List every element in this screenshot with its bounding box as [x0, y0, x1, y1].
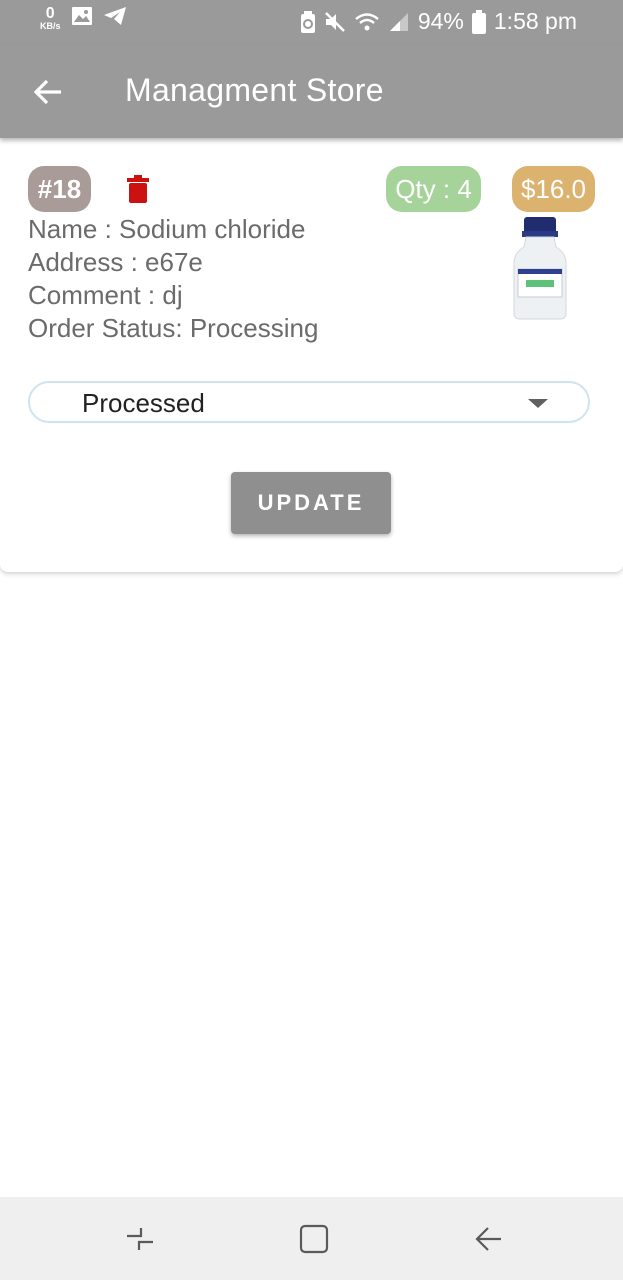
system-back-button[interactable]	[468, 1221, 508, 1257]
order-name: Name : Sodium chloride	[28, 214, 306, 244]
recent-apps-button[interactable]	[120, 1221, 160, 1257]
order-status-select[interactable]: Processed	[28, 381, 590, 423]
order-status: Order Status: Processing	[28, 313, 319, 343]
back-icon	[475, 1227, 501, 1251]
delete-button[interactable]	[126, 175, 150, 203]
order-status-select-value: Processed	[82, 388, 205, 418]
order-card: #18 Qty : 4 $16.0 Name : Sodium chloride…	[0, 139, 623, 572]
order-id-badge: #18	[28, 166, 91, 212]
page-title: Managment Store	[125, 72, 384, 108]
image-icon	[71, 6, 93, 31]
update-button[interactable]: UPDATE	[231, 472, 391, 534]
wifi-icon	[354, 11, 380, 33]
home-button[interactable]	[294, 1221, 334, 1257]
recent-apps-icon	[127, 1228, 153, 1250]
net-speed-unit: KB/s	[40, 21, 61, 31]
battery-icon	[471, 9, 486, 34]
battery-saver-icon	[300, 10, 316, 33]
status-bar: 0 KB/s 94% 1:58 pm	[0, 0, 623, 44]
net-speed: 0 KB/s	[40, 6, 61, 31]
back-arrow-icon	[33, 79, 61, 105]
caret-down-icon	[528, 399, 548, 408]
order-address: Address : e67e	[28, 247, 203, 277]
telegram-icon	[103, 6, 127, 31]
order-details: Name : Sodium chloride Address : e67e Co…	[28, 213, 318, 345]
home-icon	[299, 1224, 329, 1254]
clock: 1:58 pm	[493, 8, 577, 34]
net-speed-value: 0	[45, 5, 55, 22]
product-image	[508, 217, 572, 321]
status-right: 94% 1:58 pm	[300, 8, 577, 35]
trash-icon	[127, 175, 149, 203]
signal-icon	[388, 11, 410, 33]
navigation-bar	[0, 1197, 623, 1280]
screen: 0 KB/s 94% 1:58 pm Managment Store #18 Q…	[0, 0, 623, 1280]
app-bar: Managment Store	[0, 44, 623, 138]
price-badge: $16.0	[512, 166, 595, 212]
order-comment: Comment : dj	[28, 280, 183, 310]
status-left: 0 KB/s	[40, 6, 127, 31]
quantity-badge: Qty : 4	[386, 166, 481, 212]
mute-icon	[324, 11, 346, 33]
battery-percent: 94%	[417, 8, 464, 34]
back-button[interactable]	[22, 66, 74, 118]
